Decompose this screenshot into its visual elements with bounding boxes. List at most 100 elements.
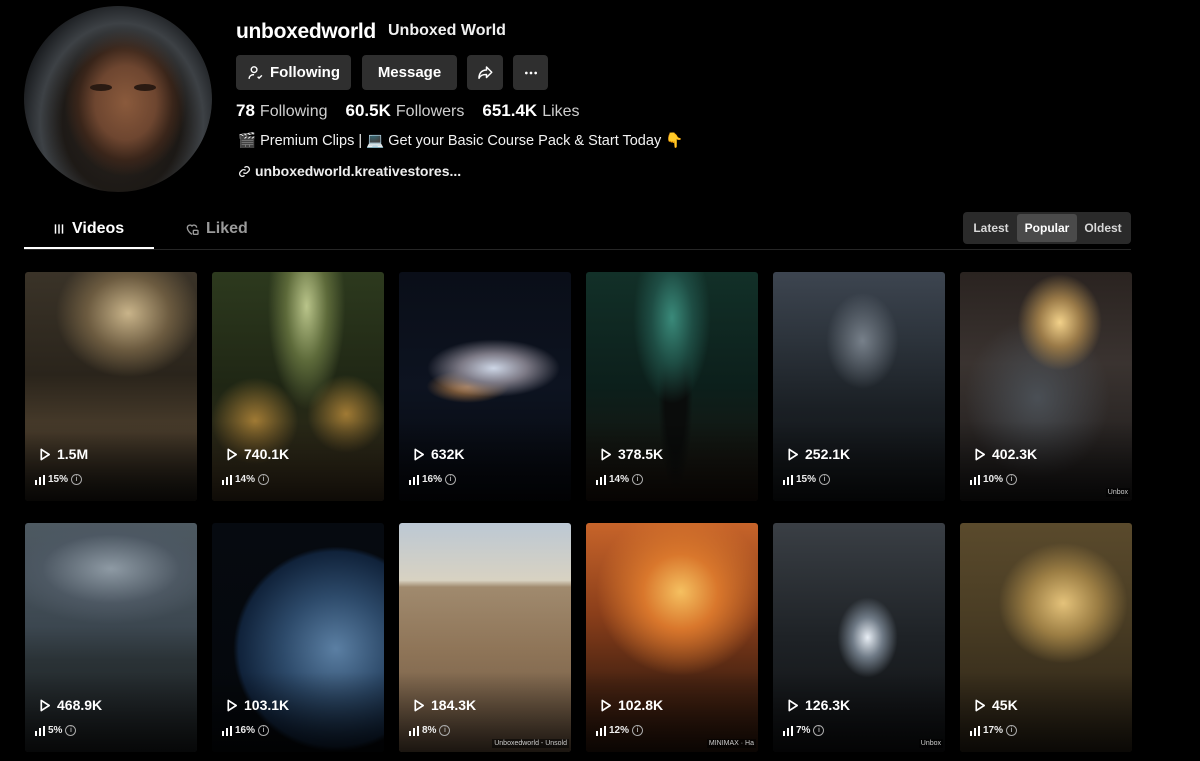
view-count: 402.3K	[974, 446, 1037, 462]
following-stat[interactable]: 78 Following	[236, 101, 328, 121]
engagement-rate-text: 15%	[796, 474, 817, 485]
video-card[interactable]: 45K 17% i	[960, 523, 1132, 752]
video-card[interactable]: 102.8K 12% i MINIMAX · Ha	[586, 523, 758, 752]
view-count-text: 468.9K	[57, 697, 103, 713]
view-count: 184.3K	[413, 697, 476, 713]
info-icon[interactable]: i	[632, 725, 644, 736]
avatar-eye	[134, 84, 156, 91]
bar-chart-icon	[409, 474, 419, 485]
view-count-text: 126.3K	[805, 697, 851, 713]
engagement-rate: 5% i	[35, 725, 77, 736]
tab-liked[interactable]: Liked	[184, 220, 248, 238]
video-card[interactable]: 184.3K 8% i Unboxedworld - Unsold	[399, 523, 571, 752]
info-icon[interactable]: i	[65, 725, 77, 736]
sort-oldest-button[interactable]: Oldest	[1077, 214, 1129, 242]
info-icon[interactable]: i	[819, 474, 831, 485]
link-icon	[238, 165, 251, 177]
username: unboxedworld	[236, 20, 376, 43]
view-count: 1.5M	[39, 446, 88, 462]
likes-count: 651.4K	[482, 101, 538, 120]
more-options-button[interactable]	[513, 55, 548, 90]
message-button[interactable]: Message	[362, 55, 457, 90]
engagement-rate-text: 16%	[422, 474, 443, 485]
engagement-rate-text: 14%	[609, 474, 630, 485]
watermark: Unbox	[918, 739, 943, 748]
view-count: 468.9K	[39, 697, 102, 713]
avatar-hood	[24, 6, 212, 192]
following-button[interactable]: Following	[236, 55, 351, 90]
bar-chart-icon	[35, 474, 45, 485]
info-icon[interactable]: i	[258, 474, 270, 485]
video-card[interactable]: 126.3K 7% i Unbox	[773, 523, 945, 752]
engagement-rate-text: 16%	[235, 725, 256, 736]
view-count: 102.8K	[600, 697, 663, 713]
active-tab-indicator	[24, 247, 154, 249]
view-count-text: 378.5K	[618, 446, 664, 462]
info-icon[interactable]: i	[445, 474, 457, 485]
bar-chart-icon	[409, 725, 419, 736]
engagement-rate: 8% i	[409, 725, 451, 736]
avatar-eye	[90, 84, 112, 91]
message-button-label: Message	[377, 64, 442, 81]
play-icon	[414, 448, 425, 460]
engagement-rate: 16% i	[222, 725, 270, 736]
watermark: Unboxedworld - Unsold	[492, 739, 569, 748]
play-icon	[788, 699, 799, 711]
play-icon	[40, 699, 51, 711]
profile-link[interactable]: unboxedworld.kreativestores...	[238, 163, 461, 179]
play-icon	[601, 448, 612, 460]
play-icon	[414, 699, 425, 711]
view-count-text: 184.3K	[431, 697, 477, 713]
info-icon[interactable]: i	[258, 725, 270, 736]
followers-stat[interactable]: 60.5K Followers	[346, 101, 465, 121]
video-card[interactable]: 402.3K 10% i Unbox	[960, 272, 1132, 501]
following-label: Following	[259, 103, 328, 120]
play-icon	[601, 699, 612, 711]
tab-videos-label: Videos	[72, 220, 125, 237]
likes-label: Likes	[542, 103, 580, 120]
user-check-icon	[248, 66, 263, 80]
grid-lines-icon	[54, 224, 64, 234]
info-icon[interactable]: i	[1006, 725, 1018, 736]
play-icon	[227, 699, 238, 711]
info-icon[interactable]: i	[813, 725, 825, 736]
profile-avatar	[24, 6, 212, 192]
view-count: 740.1K	[226, 446, 289, 462]
profile-bio: 🎬 Premium Clips | 💻 Get your Basic Cours…	[238, 133, 684, 149]
watermark: MINIMAX · Ha	[706, 739, 756, 748]
more-dots-icon	[524, 71, 537, 74]
sort-latest-button[interactable]: Latest	[965, 214, 1017, 242]
view-count-text: 252.1K	[805, 446, 851, 462]
tab-videos[interactable]: Videos	[52, 220, 124, 238]
info-icon[interactable]: i	[632, 474, 644, 485]
share-button[interactable]	[467, 55, 503, 90]
info-icon[interactable]: i	[71, 474, 83, 485]
engagement-rate-text: 15%	[48, 474, 69, 485]
likes-stat: 651.4K Likes	[482, 101, 579, 121]
play-icon	[788, 448, 799, 460]
sort-popular-button[interactable]: Popular	[1017, 214, 1077, 242]
bar-chart-icon	[222, 474, 232, 485]
engagement-rate-text: 7%	[796, 725, 811, 736]
bar-chart-icon	[783, 474, 793, 485]
info-icon[interactable]: i	[1006, 474, 1018, 485]
view-count-text: 402.3K	[992, 446, 1038, 462]
video-card[interactable]: 632K 16% i	[399, 272, 571, 501]
view-count: 45K	[974, 697, 1018, 713]
engagement-rate: 10% i	[970, 474, 1018, 485]
video-card[interactable]: 468.9K 5% i	[25, 523, 197, 752]
following-count: 78	[236, 101, 255, 120]
info-icon[interactable]: i	[439, 725, 451, 736]
following-button-label: Following	[270, 64, 340, 81]
followers-count: 60.5K	[345, 101, 391, 120]
engagement-rate-text: 14%	[235, 474, 256, 485]
video-card[interactable]: 740.1K 14% i	[212, 272, 384, 501]
share-icon	[478, 65, 493, 79]
video-card[interactable]: 378.5K 14% i	[586, 272, 758, 501]
video-card[interactable]: 1.5M 15% i	[25, 272, 197, 501]
video-card[interactable]: 103.1K 16% i	[212, 523, 384, 752]
play-icon	[227, 448, 238, 460]
view-count: 252.1K	[787, 446, 850, 462]
engagement-rate-text: 5%	[48, 725, 63, 736]
video-card[interactable]: 252.1K 15% i	[773, 272, 945, 501]
